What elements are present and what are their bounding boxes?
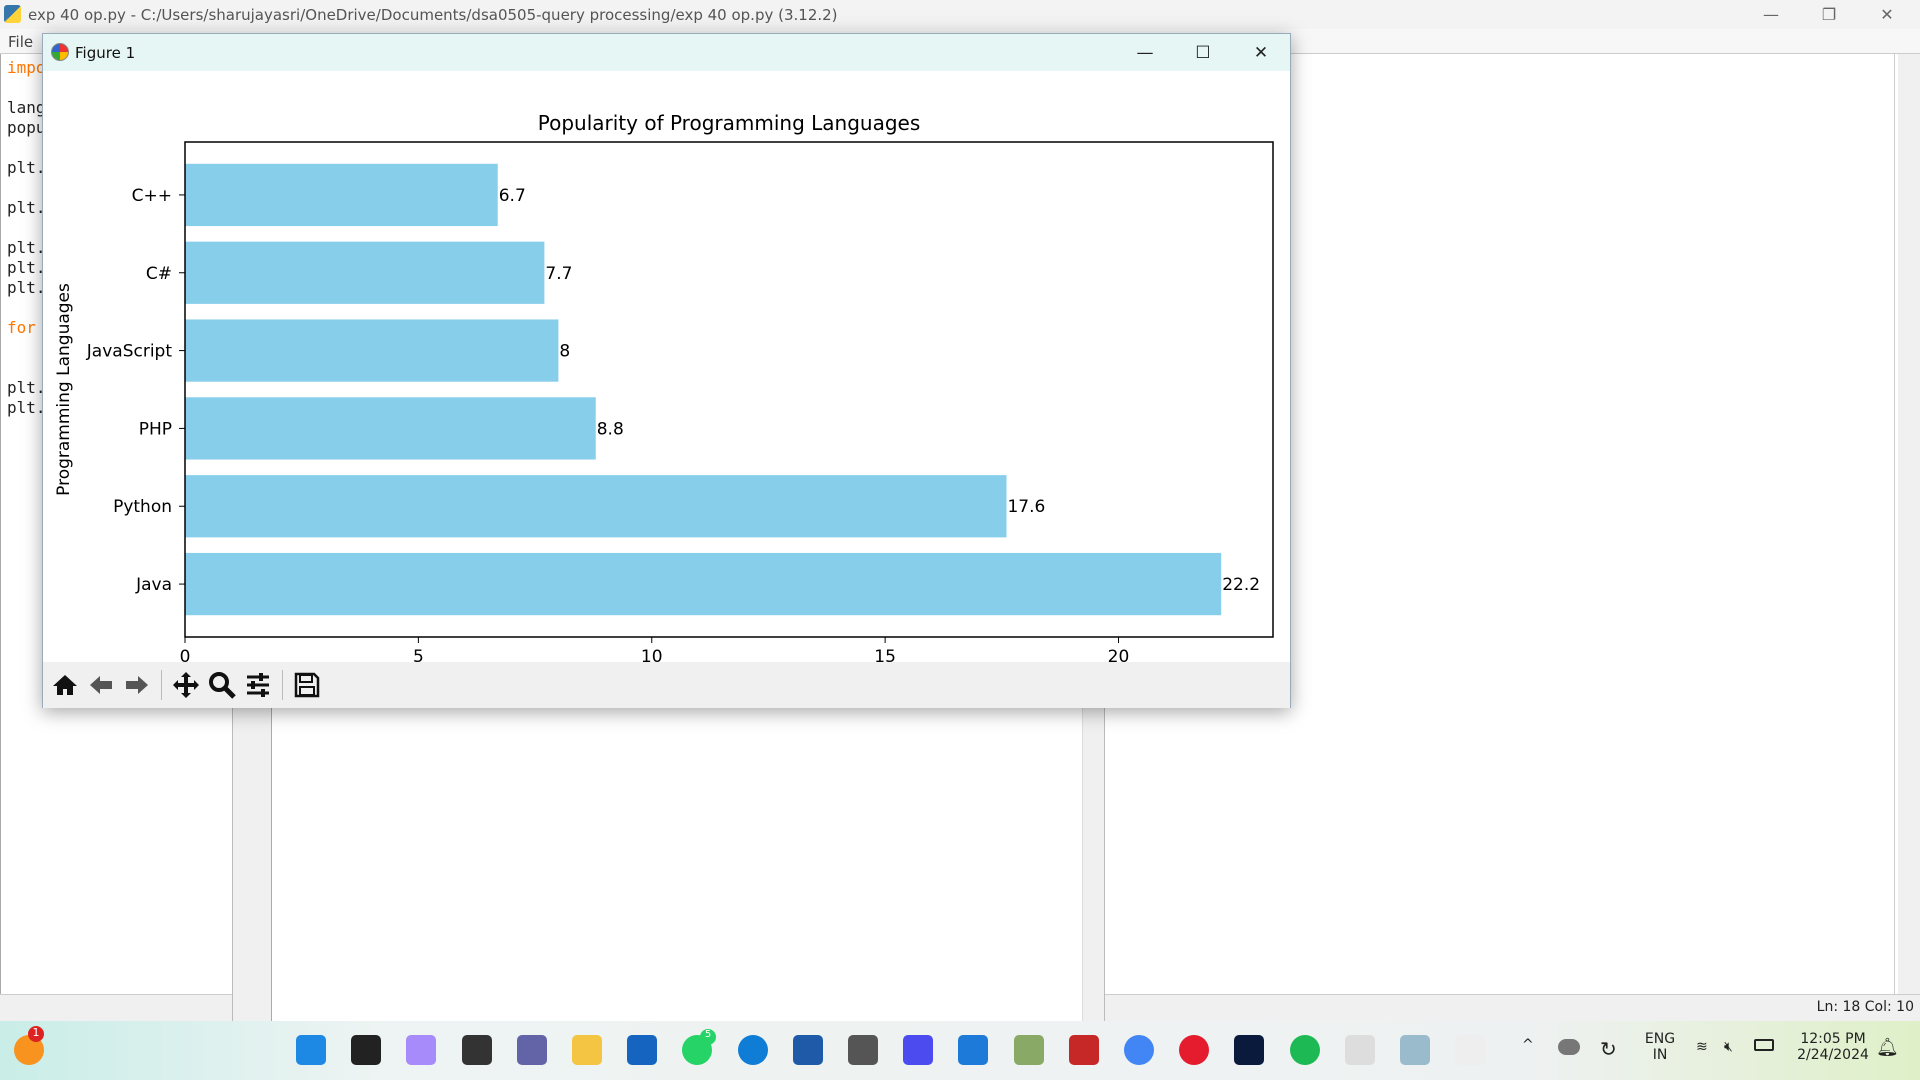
bar-value-label: 8.8 xyxy=(597,419,624,439)
home-icon[interactable] xyxy=(49,669,81,701)
chart-title: Popularity of Programming Languages xyxy=(538,111,921,135)
navigation-toolbar xyxy=(43,662,1290,708)
pin-app-icon[interactable] xyxy=(958,1035,989,1065)
code-line: plt. xyxy=(7,198,46,217)
figure-title: Figure 1 xyxy=(75,43,136,62)
sync-icon[interactable]: ↻ xyxy=(1600,1037,1617,1061)
ide-restore-button[interactable]: ❐ xyxy=(1800,0,1858,29)
x-tick-label: 5 xyxy=(413,647,424,662)
x-tick-label: 20 xyxy=(1108,647,1130,662)
code-line: popu xyxy=(7,118,46,137)
figure-maximize-button[interactable]: ☐ xyxy=(1174,34,1232,71)
y-tick-label: JavaScript xyxy=(86,342,173,362)
notification-bell-icon[interactable]: 🔔︎ xyxy=(1876,1037,1899,1058)
opera-icon[interactable] xyxy=(1179,1035,1210,1065)
paint-app-icon[interactable] xyxy=(1013,1035,1044,1065)
python-file-icon[interactable] xyxy=(1344,1035,1375,1065)
taskbar: 1 5 ^ ↻ ENG IN ≋ 🔇︎ 12:05 PM 2/24/2024 🔔︎ xyxy=(0,1021,1920,1080)
unknown-app-icon[interactable] xyxy=(903,1035,934,1065)
code-line: plt. xyxy=(7,278,46,297)
cursor-position: Ln: 18 Col: 10 xyxy=(1816,999,1914,1015)
teams-icon[interactable] xyxy=(516,1035,547,1065)
code-line: plt. xyxy=(7,398,46,417)
disney-plus-icon[interactable] xyxy=(1234,1035,1265,1065)
y-tick-label: Java xyxy=(135,575,172,595)
bar-c++ xyxy=(185,163,498,227)
idle-icon[interactable] xyxy=(1400,1035,1430,1065)
figure-minimize-button[interactable]: — xyxy=(1116,34,1174,71)
figure-title-bar: Figure 1 — ☐ ✕ xyxy=(43,34,1290,71)
whatsapp-badge: 5 xyxy=(700,1029,716,1045)
store-icon[interactable] xyxy=(792,1035,823,1065)
editor-scrollbar[interactable] xyxy=(1898,54,1920,994)
time: 12:05 PM xyxy=(1800,1031,1866,1047)
code-line: impo xyxy=(7,58,46,77)
language-indicator[interactable]: ENG IN xyxy=(1644,1031,1676,1063)
bar-c# xyxy=(185,241,545,304)
wifi-icon[interactable]: ≋ xyxy=(1696,1039,1708,1055)
forward-arrow-icon[interactable] xyxy=(121,669,153,701)
code-line: lang xyxy=(7,98,46,117)
battery-icon[interactable] xyxy=(1754,1039,1774,1051)
y-tick-label: C++ xyxy=(132,186,172,206)
pan-move-icon[interactable] xyxy=(170,669,202,701)
menu-file[interactable]: File xyxy=(8,33,33,51)
copilot-icon[interactable] xyxy=(406,1035,437,1065)
onedrive-icon[interactable] xyxy=(1558,1039,1580,1055)
ide-minimize-button[interactable]: — xyxy=(1742,0,1800,29)
bar-java xyxy=(185,552,1222,616)
configure-subplots-icon[interactable] xyxy=(242,669,274,701)
x-tick-label: 0 xyxy=(180,647,191,662)
code-line: plt. xyxy=(7,158,46,177)
app-dark-icon[interactable] xyxy=(848,1035,878,1065)
muted-volume-icon[interactable]: 🔇︎ xyxy=(1724,1039,1733,1055)
task-view-icon[interactable] xyxy=(461,1035,492,1065)
matplotlib-figure-icon[interactable] xyxy=(1455,1035,1486,1065)
bar-chart: Popularity of Programming Languages 22.2 J… xyxy=(54,111,1274,662)
dev-cpp-icon[interactable] xyxy=(1068,1035,1099,1065)
background-window xyxy=(232,700,1105,1021)
code-line: plt. xyxy=(7,378,46,397)
figure-window: Figure 1 — ☐ ✕ Popularity of Programming… xyxy=(42,33,1291,708)
bar-php xyxy=(185,397,596,460)
zoom-magnifier-icon[interactable] xyxy=(206,669,238,701)
y-tick-label: C# xyxy=(146,264,172,284)
python-file-icon xyxy=(4,5,21,23)
bar-javascript xyxy=(185,319,559,382)
language: ENG xyxy=(1644,1031,1676,1047)
sharkdive-icon[interactable] xyxy=(627,1035,658,1065)
bar-value-label: 22.2 xyxy=(1222,575,1260,595)
save-floppy-icon[interactable] xyxy=(291,669,323,701)
code-line: plt. xyxy=(7,238,46,257)
x-tick-label: 10 xyxy=(641,647,663,662)
y-tick-label: Python xyxy=(113,497,172,517)
ide-title-bar: exp 40 op.py - C:/Users/sharujayasri/One… xyxy=(0,0,1920,29)
matplotlib-logo-icon xyxy=(51,43,69,61)
chrome-icon[interactable] xyxy=(1124,1035,1154,1065)
file-explorer-icon[interactable] xyxy=(572,1035,602,1065)
back-arrow-icon[interactable] xyxy=(85,669,117,701)
y-axis-label: Programming Languages xyxy=(54,283,74,496)
search-icon[interactable] xyxy=(351,1035,382,1065)
edge-icon[interactable] xyxy=(737,1035,768,1065)
spotify-icon[interactable] xyxy=(1289,1035,1320,1065)
clock[interactable]: 12:05 PM 2/24/2024 xyxy=(1792,1031,1874,1063)
bar-value-label: 6.7 xyxy=(499,186,526,206)
notification-badge: 1 xyxy=(28,1026,44,1042)
y-tick-label: PHP xyxy=(139,419,172,439)
code-line: for xyxy=(7,318,36,337)
ide-close-button[interactable]: ✕ xyxy=(1858,0,1916,29)
region: IN xyxy=(1652,1047,1668,1063)
ide-window-title: exp 40 op.py - C:/Users/sharujayasri/One… xyxy=(28,5,838,24)
windows-start-icon[interactable] xyxy=(296,1035,326,1065)
bar-value-label: 8 xyxy=(559,342,570,362)
bar-python xyxy=(185,475,1007,538)
bar-value-label: 17.6 xyxy=(1007,497,1045,517)
code-line: plt. xyxy=(7,258,46,277)
show-hidden-icons[interactable]: ^ xyxy=(1522,1037,1534,1053)
figure-close-button[interactable]: ✕ xyxy=(1232,34,1290,71)
bar-value-label: 7.7 xyxy=(545,264,572,284)
x-tick-label: 15 xyxy=(874,647,896,662)
date: 2/24/2024 xyxy=(1797,1047,1869,1063)
